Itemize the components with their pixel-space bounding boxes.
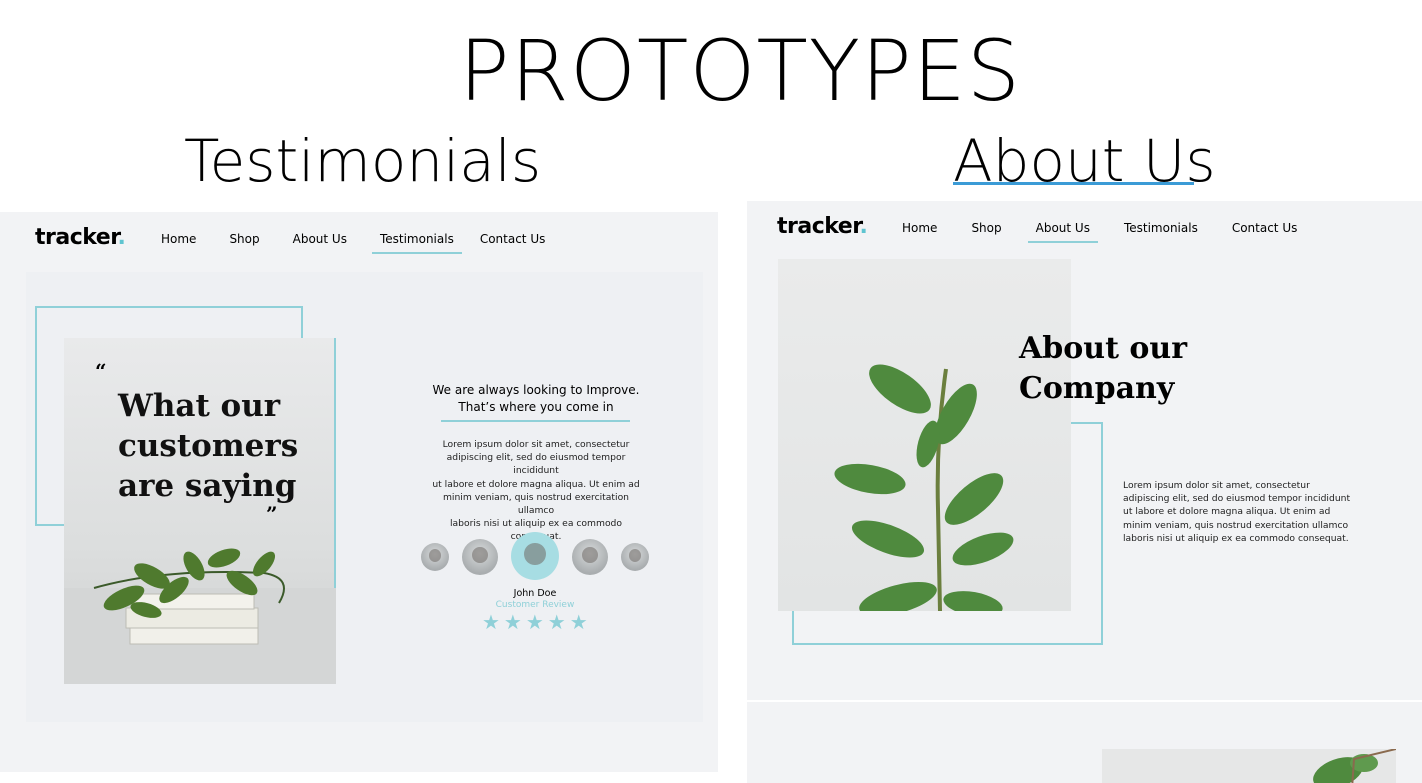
open-quote: “ (95, 359, 107, 383)
about-prototype: tracker. Home Shop About Us Testimonials… (747, 201, 1422, 783)
about-section-title: About Us (953, 127, 1216, 195)
logo[interactable]: tracker. (35, 225, 126, 250)
about-body-line-5: laboris nisi ut aliquip ex ea commodo co… (1123, 532, 1349, 544)
testimonials-prototype: tracker. Home Shop About Us Testimonials… (0, 212, 718, 772)
about-body-line-1: Lorem ipsum dolor sit amet, consectetur (1123, 480, 1310, 491)
reviewer-role: Customer Review (495, 600, 575, 610)
plant-leaf-illustration (1313, 748, 1397, 783)
section-divider (747, 700, 1422, 702)
plant-image (778, 259, 1071, 617)
headline-line-3: are saying (118, 468, 297, 504)
about-body-line-3: ut labore et dolore magna aliqua. Ut eni… (1123, 506, 1331, 518)
about-title-underline (953, 182, 1194, 185)
improve-line-2: That’s where you come in (458, 400, 614, 414)
avatar[interactable] (421, 543, 449, 571)
nav-contact-us[interactable]: Contact Us (480, 232, 546, 254)
nav-about-us[interactable]: About Us (1027, 221, 1099, 243)
headline-line-1: What our (118, 388, 281, 424)
nav-shop[interactable]: Shop (229, 232, 259, 254)
ficus-plant-illustration (834, 364, 1014, 617)
logo-dot: . (117, 225, 126, 250)
avatar[interactable] (621, 543, 649, 571)
nav-shop[interactable]: Shop (971, 221, 1001, 243)
rating-stars: ★★★★★ (482, 612, 592, 634)
nav-home[interactable]: Home (902, 221, 937, 243)
nav-about-us[interactable]: About Us (293, 232, 347, 254)
logo-text: tracker (35, 225, 118, 250)
testimonials-section-title: Testimonials (184, 127, 542, 195)
headline-line-2: customers (118, 428, 299, 464)
about-body-line-4: minim veniam, quis nostrud exercitation … (1123, 519, 1349, 531)
main-nav: Home Shop About Us Testimonials Contact … (161, 232, 545, 254)
nav-home[interactable]: Home (161, 232, 196, 254)
about-headline-line-1: About our (1019, 331, 1188, 366)
about-headline-line-2: Company (1019, 371, 1175, 406)
close-quote: ” (266, 502, 278, 526)
testimonial-headline: What our customers are saying (118, 386, 298, 506)
avatar[interactable] (572, 539, 608, 575)
about-headline: About our Company (1019, 329, 1187, 409)
body-line-3: ut labore et dolore magna aliqua. Ut eni… (432, 478, 640, 490)
nav-contact-us[interactable]: Contact Us (1232, 221, 1298, 243)
about-body: Lorem ipsum dolor sit amet, consectetur … (1123, 479, 1353, 545)
improve-line-1: We are always looking to Improve. (432, 383, 640, 397)
nav-testimonials[interactable]: Testimonials (1124, 221, 1198, 243)
reviewer-name: John Doe (513, 588, 557, 599)
improve-heading: We are always looking to Improve. That’s… (430, 382, 642, 416)
logo-dot: . (859, 214, 868, 239)
improve-underline (441, 420, 630, 422)
body-line-1: Lorem ipsum dolor sit amet, consectetur (442, 439, 630, 450)
logo-text: tracker (777, 214, 860, 239)
nav-testimonials[interactable]: Testimonials (371, 232, 462, 254)
main-nav: Home Shop About Us Testimonials Contact … (902, 221, 1297, 243)
body-line-2: adipiscing elit, sed do eiusmod tempor i… (446, 452, 626, 477)
logo[interactable]: tracker. (777, 214, 868, 239)
about-body-line-2: adipiscing elit, sed do eiusmod tempor i… (1123, 493, 1351, 505)
avatar[interactable] (462, 539, 498, 575)
page-title: PROTOTYPES (458, 22, 1022, 120)
testimonial-body: Lorem ipsum dolor sit amet, consectetur … (425, 438, 647, 544)
body-line-4: minim veniam, quis nostrud exercitation … (442, 491, 630, 517)
avatar-selected[interactable] (511, 532, 559, 580)
next-section-image (1102, 748, 1397, 783)
